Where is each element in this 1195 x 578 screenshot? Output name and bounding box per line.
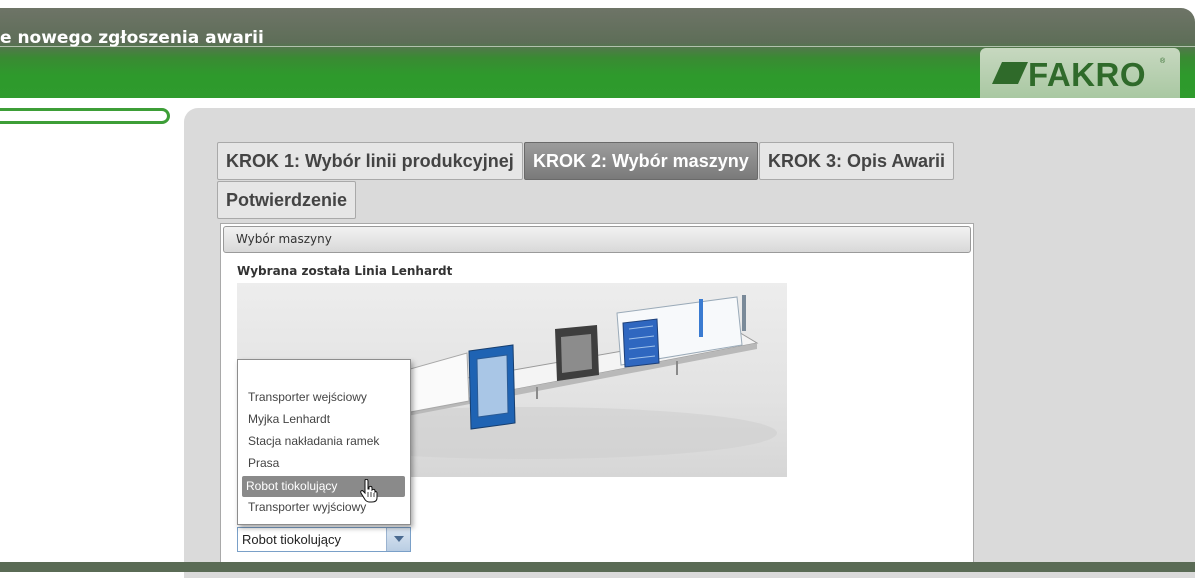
dropdown-option[interactable]: Transporter wejściowy [242,387,405,408]
tab-step-3[interactable]: KROK 3: Opis Awarii [759,142,955,180]
fakro-logo: FAKRO ® [980,48,1180,98]
logo-text: FAKRO [1028,56,1146,93]
tab-step-1[interactable]: KROK 1: Wybór linii produkcyjnej [217,142,523,180]
tab-step-2[interactable]: KROK 2: Wybór maszyny [524,142,758,180]
logo-registered-mark: ® [1160,58,1166,65]
chevron-down-icon [394,536,404,542]
machine-select[interactable]: Robot tiokolujący [237,527,411,552]
page-title: e nowego zgłoszenia awarii [0,28,264,48]
dropdown-option[interactable]: Prasa [242,453,405,474]
logo-mark-icon [992,62,1028,84]
section-header: Wybór maszyny [223,226,971,253]
hand-pointer-icon [360,479,378,503]
dropdown-option[interactable]: Myjka Lenhardt [242,409,405,430]
bottom-bar [0,562,1195,572]
dropdown-option[interactable]: Stacja nakładania ramek [242,431,405,452]
dropdown-option-highlighted[interactable]: Robot tiokolujący [242,476,405,497]
machine-dropdown-list[interactable]: Transporter wejściowy Myjka Lenhardt Sta… [237,359,411,525]
app-header: e nowego zgłoszenia awarii FAKRO ® [0,8,1195,98]
machine-select-value: Robot tiokolujący [242,532,341,547]
header-divider [0,46,1195,47]
dropdown-option[interactable]: Transporter wyjściowy [242,497,405,518]
selected-line-text: Wybrana została Linia Lenhardt [237,264,453,278]
dropdown-option-empty[interactable] [242,366,405,387]
left-nav-bar [0,108,170,124]
select-dropdown-button[interactable] [386,528,410,551]
tab-confirmation[interactable]: Potwierdzenie [217,181,357,219]
